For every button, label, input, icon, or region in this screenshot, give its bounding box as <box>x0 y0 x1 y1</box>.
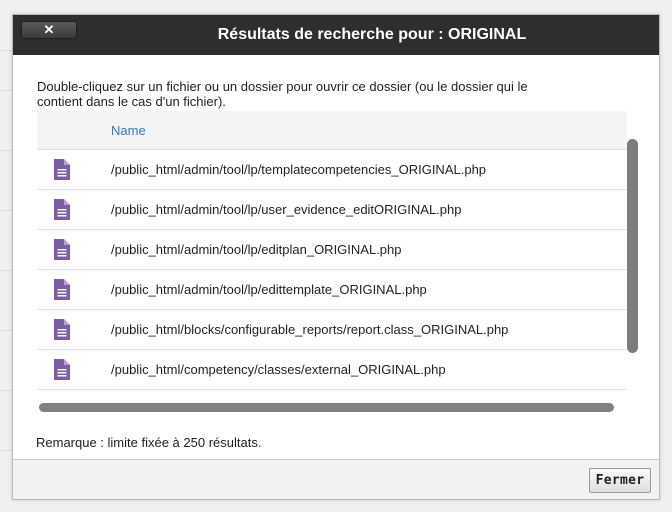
horizontal-scrollbar[interactable] <box>39 403 614 412</box>
file-document-icon <box>54 359 70 380</box>
table-row[interactable]: /public_html/blocks/configurable_reports… <box>37 310 627 350</box>
instructions-line-2: contient dans le cas d'un fichier). <box>37 94 226 109</box>
dialog-footer: Fermer <box>13 459 659 499</box>
table-row[interactable]: /public_html/admin/tool/lp/templatecompe… <box>37 150 627 190</box>
dialog-title: Résultats de recherche pour : ORIGINAL <box>217 26 527 43</box>
table-row[interactable]: /public_html/admin/tool/lp/editplan_ORIG… <box>37 230 627 270</box>
file-path: /public_html/blocks/configurable_reports… <box>111 322 509 337</box>
file-path: /public_html/admin/tool/lp/templatecompe… <box>111 162 487 177</box>
file-path: /public_html/admin/tool/lp/edittemplate_… <box>111 282 427 297</box>
instructions-text: Double-cliquez sur un fichier ou un doss… <box>37 79 647 109</box>
search-results-dialog: ✕ Résultats de recherche pour : ORIGINAL… <box>12 14 660 500</box>
column-header-name[interactable]: Name <box>111 111 146 150</box>
instructions-line-1: Double-cliquez sur un fichier ou un doss… <box>37 79 528 94</box>
table-row[interactable]: /public_html/admin/tool/lp/edittemplate_… <box>37 270 627 310</box>
file-path: /public_html/competency/classes/external… <box>111 362 446 377</box>
file-path: /public_html/admin/tool/lp/user_evidence… <box>111 202 462 217</box>
dialog-content: Double-cliquez sur un fichier ou un doss… <box>13 55 659 459</box>
table-header: Name <box>37 111 627 150</box>
table-body: /public_html/admin/tool/lp/templatecompe… <box>37 150 627 390</box>
file-path: /public_html/admin/tool/lp/editplan_ORIG… <box>111 242 402 257</box>
close-icon[interactable]: ✕ <box>21 21 77 39</box>
vertical-scrollbar[interactable] <box>627 139 638 353</box>
results-table: Name /public_html/admin/tool/lp/template… <box>37 111 627 391</box>
file-document-icon <box>54 159 70 180</box>
dialog-titlebar: ✕ Résultats de recherche pour : ORIGINAL <box>13 15 659 55</box>
table-row[interactable]: /public_html/competency/classes/external… <box>37 350 627 390</box>
file-document-icon <box>54 279 70 300</box>
file-document-icon <box>54 199 70 220</box>
table-row[interactable]: /public_html/admin/tool/lp/user_evidence… <box>37 190 627 230</box>
fermer-button[interactable]: Fermer <box>589 468 651 493</box>
results-limit-note: Remarque : limite fixée à 250 résultats. <box>36 435 262 450</box>
file-document-icon <box>54 319 70 340</box>
file-document-icon <box>54 239 70 260</box>
